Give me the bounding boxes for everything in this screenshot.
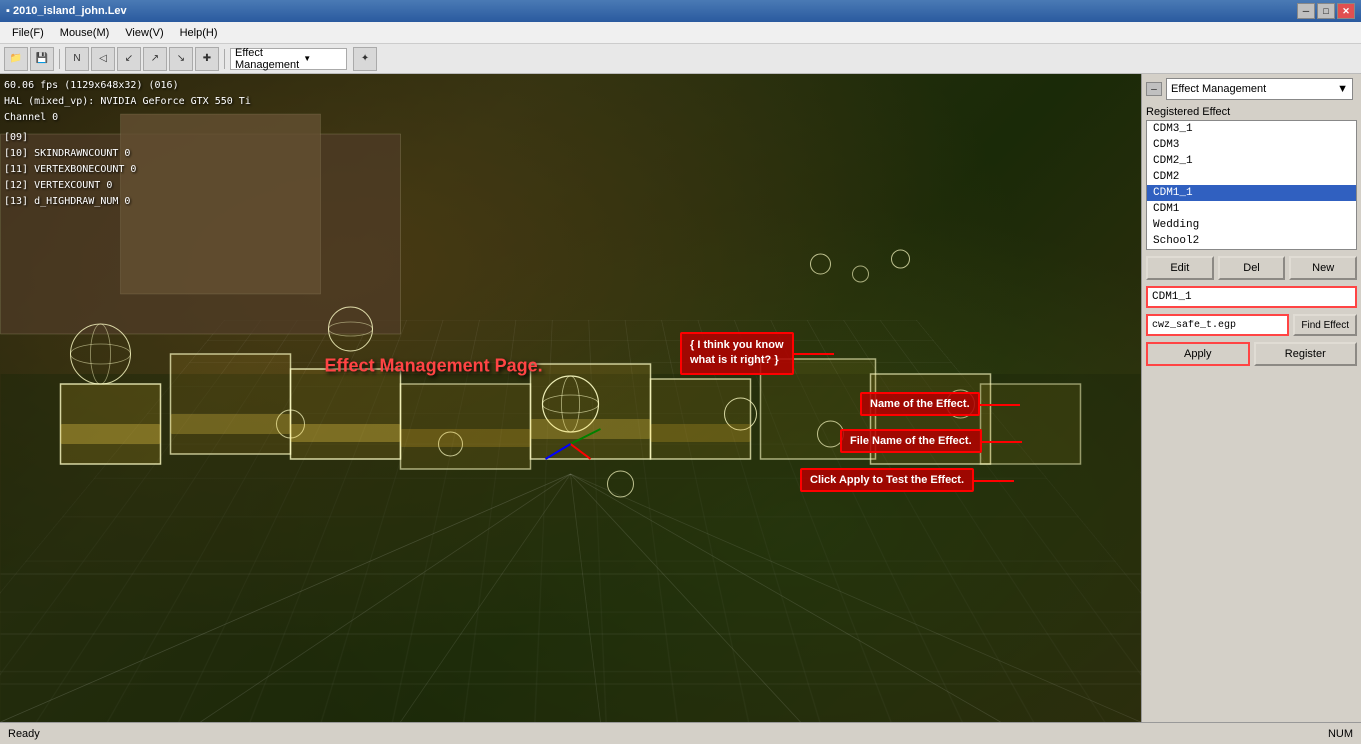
- toolbar-btn-br[interactable]: ↘: [169, 47, 193, 71]
- registered-effect-label: Registered Effect: [1146, 106, 1357, 118]
- file-field-row: Find Effect: [1146, 314, 1357, 336]
- hal-display: HAL (mixed_vp): NVIDIA GeForce GTX 550 T…: [4, 94, 251, 110]
- effect-item-school2[interactable]: School2: [1147, 233, 1356, 249]
- menu-bar: File(F) Mouse(M) View(V) Help(H): [0, 22, 1361, 44]
- panel-type-dropdown[interactable]: Effect Management ▼: [1166, 78, 1353, 100]
- toolbar-btn-tr[interactable]: ↗: [143, 47, 167, 71]
- callout-2-text: Name of the Effect.: [870, 398, 970, 410]
- fps-display: 60.06 fps (1129x648x32) (016): [4, 78, 251, 94]
- toolbar-separator-2: [224, 49, 225, 69]
- debug-info: [09] [10] SKINDRAWNCOUNT 0 [11] VERTEXBO…: [4, 130, 251, 210]
- debug-line-3: [12] VERTEXCOUNT 0: [4, 178, 251, 194]
- effect-item-cdm3-1[interactable]: CDM3_1: [1147, 121, 1356, 137]
- viewport[interactable]: 60.06 fps (1129x648x32) (016) HAL (mixed…: [0, 74, 1141, 722]
- panel-header: ─ Effect Management ▼: [1146, 78, 1357, 100]
- callout-2: Name of the Effect.: [860, 392, 980, 416]
- edit-del-new-row: Edit Del New: [1146, 256, 1357, 280]
- del-button[interactable]: Del: [1218, 256, 1286, 280]
- new-button[interactable]: New: [1289, 256, 1357, 280]
- world-dropdown[interactable]: Effect Management ▼: [230, 48, 347, 70]
- toolbar-btn-n[interactable]: N: [65, 47, 89, 71]
- callout-4: Click Apply to Test the Effect.: [800, 468, 974, 492]
- panel-dropdown-label: Effect Management: [1171, 83, 1266, 95]
- debug-line-4: [13] d_HIGHDRAW_NUM 0: [4, 194, 251, 210]
- maximize-button[interactable]: □: [1317, 3, 1335, 19]
- status-text: Ready: [8, 728, 40, 740]
- name-field-row: [1146, 286, 1357, 308]
- edit-button[interactable]: Edit: [1146, 256, 1214, 280]
- channel-display: Channel 0: [4, 110, 251, 126]
- toolbar-btn-tl[interactable]: ↙: [117, 47, 141, 71]
- panel-minimize-btn[interactable]: ─: [1146, 82, 1162, 96]
- effect-item-wedding[interactable]: Wedding: [1147, 217, 1356, 233]
- world-dropdown-label: Effect Management: [235, 47, 299, 71]
- title-bar-buttons: ─ □ ✕: [1297, 3, 1355, 19]
- callout-3: File Name of the Effect.: [840, 429, 982, 453]
- minimize-button[interactable]: ─: [1297, 3, 1315, 19]
- right-panel: ─ Effect Management ▼ Registered Effect …: [1141, 74, 1361, 722]
- panel-dropdown-arrow-icon: ▼: [1337, 83, 1348, 95]
- effect-item-school1[interactable]: School1: [1147, 249, 1356, 250]
- effect-list[interactable]: CDM3_1 CDM3 CDM2_1 CDM2 CDM1_1 CDM1 Wedd…: [1146, 120, 1357, 250]
- debug-line-1: [10] SKINDRAWNCOUNT 0: [4, 146, 251, 162]
- num-indicator: NUM: [1328, 728, 1353, 740]
- effect-management-page-text: Effect Management Page.: [325, 355, 543, 376]
- main-content: 60.06 fps (1129x648x32) (016) HAL (mixed…: [0, 74, 1361, 722]
- apply-button[interactable]: Apply: [1146, 342, 1250, 366]
- effect-item-cdm2[interactable]: CDM2: [1147, 169, 1356, 185]
- effect-item-cdm1[interactable]: CDM1: [1147, 201, 1356, 217]
- find-effect-button[interactable]: Find Effect: [1293, 314, 1357, 336]
- menu-view[interactable]: View(V): [117, 25, 171, 41]
- debug-line-2: [11] VERTEXBONECOUNT 0: [4, 162, 251, 178]
- callout-1-text: { I think you knowwhat is it right? }: [690, 339, 784, 366]
- effect-file-input[interactable]: [1146, 314, 1289, 336]
- debug-line-0: [09]: [4, 130, 251, 146]
- window-title: ▪ 2010_island_john.Lev: [6, 5, 127, 17]
- toolbar-separator-1: [59, 49, 60, 69]
- toolbar-btn-back[interactable]: ◁: [91, 47, 115, 71]
- register-button[interactable]: Register: [1254, 342, 1358, 366]
- apply-register-row: Apply Register: [1146, 342, 1357, 366]
- effect-name-input[interactable]: [1146, 286, 1357, 308]
- menu-mouse[interactable]: Mouse(M): [52, 25, 118, 41]
- effect-item-cdm1-1[interactable]: CDM1_1: [1147, 185, 1356, 201]
- toolbar-btn-star[interactable]: ✦: [353, 47, 377, 71]
- menu-help[interactable]: Help(H): [172, 25, 226, 41]
- viewport-info: 60.06 fps (1129x648x32) (016) HAL (mixed…: [4, 78, 251, 210]
- callout-1: { I think you knowwhat is it right? }: [680, 332, 794, 375]
- title-bar: ▪ 2010_island_john.Lev ─ □ ✕: [0, 0, 1361, 22]
- toolbar: 📁 💾 N ◁ ↙ ↗ ↘ ✚ Effect Management ▼ ✦: [0, 44, 1361, 74]
- callout-4-text: Click Apply to Test the Effect.: [810, 474, 964, 486]
- dropdown-arrow-icon: ▼: [303, 54, 342, 63]
- toolbar-btn-open[interactable]: 📁: [4, 47, 28, 71]
- effect-item-cdm3[interactable]: CDM3: [1147, 137, 1356, 153]
- close-button[interactable]: ✕: [1337, 3, 1355, 19]
- callout-3-text: File Name of the Effect.: [850, 435, 972, 447]
- status-bar: Ready NUM: [0, 722, 1361, 744]
- effect-item-cdm2-1[interactable]: CDM2_1: [1147, 153, 1356, 169]
- toolbar-btn-plus[interactable]: ✚: [195, 47, 219, 71]
- toolbar-btn-save[interactable]: 💾: [30, 47, 54, 71]
- menu-file[interactable]: File(F): [4, 25, 52, 41]
